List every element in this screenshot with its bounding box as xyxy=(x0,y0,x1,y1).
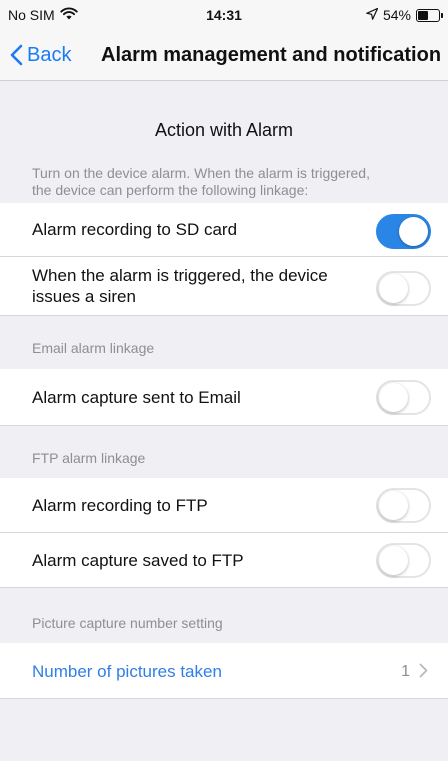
chevron-left-icon xyxy=(10,44,23,66)
chevron-right-icon xyxy=(419,663,428,678)
row-alarm-siren: When the alarm is triggered, the device … xyxy=(0,257,448,316)
toggle-knob xyxy=(379,491,408,520)
section-title-action: Action with Alarm xyxy=(154,120,294,140)
action-note-line-1: Turn on the device alarm. When the alarm… xyxy=(32,165,370,181)
row-alarm-capture-ftp: Alarm capture saved to FTP xyxy=(0,533,448,588)
action-note-line-2: the device can perform the following lin… xyxy=(32,182,309,198)
section-label-email: Email alarm linkage xyxy=(32,340,155,356)
row-label: Alarm recording to FTP xyxy=(32,496,208,515)
battery-icon xyxy=(416,8,443,22)
battery-level-fill xyxy=(418,10,428,20)
toggle-alarm-siren[interactable] xyxy=(376,271,431,306)
row-label: Number of pictures taken xyxy=(32,662,222,681)
row-alarm-capture-email: Alarm capture sent to Email xyxy=(0,369,448,426)
toggle-knob xyxy=(399,217,428,246)
row-value: 1 xyxy=(401,663,410,680)
toggle-alarm-recording-sd[interactable] xyxy=(376,214,431,249)
navigation-bar: Back Alarm management and notification xyxy=(0,30,448,81)
toggle-alarm-recording-ftp[interactable] xyxy=(376,488,431,523)
back-button[interactable]: Back xyxy=(10,30,71,80)
toggle-knob xyxy=(379,546,408,575)
row-alarm-recording-sd: Alarm recording to SD card xyxy=(0,203,448,257)
toggle-knob xyxy=(379,383,408,412)
status-right: 54% xyxy=(366,7,443,23)
page-title: Alarm management and notification xyxy=(101,44,442,66)
battery-percent: 54% xyxy=(382,7,411,23)
row-label: Alarm capture sent to Email xyxy=(32,388,241,407)
battery-tip xyxy=(441,12,443,18)
section-label-ftp: FTP alarm linkage xyxy=(32,450,146,466)
status-bar: No SIM 14:31 54% xyxy=(0,0,448,30)
toggle-alarm-capture-email[interactable] xyxy=(376,380,431,415)
back-label: Back xyxy=(27,43,72,66)
row-number-of-pictures[interactable]: Number of pictures taken 1 xyxy=(0,643,448,699)
row-label: Alarm capture saved to FTP xyxy=(32,551,244,570)
row-label: Alarm recording to SD card xyxy=(32,220,238,239)
row-alarm-recording-ftp: Alarm recording to FTP xyxy=(0,478,448,533)
row-label-line-2: issues a siren xyxy=(32,287,136,306)
toggle-knob xyxy=(379,274,408,303)
section-label-picture: Picture capture number setting xyxy=(32,615,223,631)
location-arrow-icon xyxy=(366,7,379,23)
toggle-alarm-capture-ftp[interactable] xyxy=(376,543,431,578)
row-label-line-1: When the alarm is triggered, the device xyxy=(32,266,328,285)
